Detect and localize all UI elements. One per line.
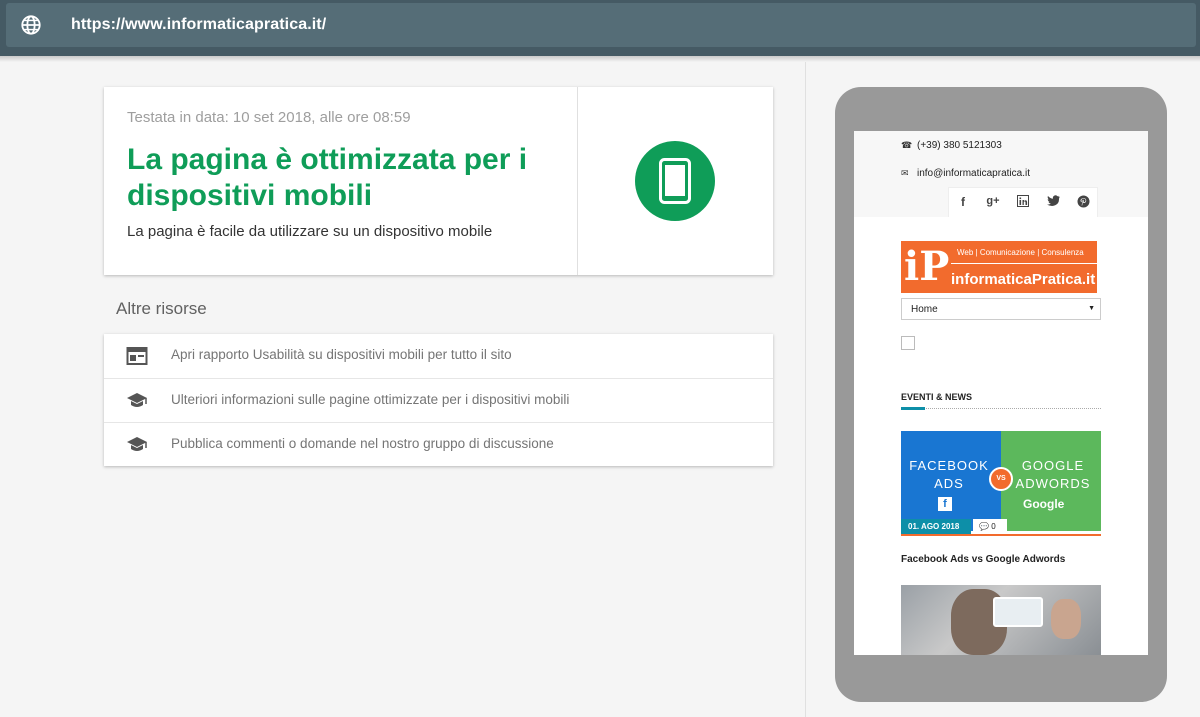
resource-label[interactable]: Apri rapporto Usabilità su dispositivi m… <box>171 347 512 362</box>
google-logo: Google <box>1023 497 1065 511</box>
social-icons: f g+ <box>948 187 1098 217</box>
logo-mark: iP <box>904 243 950 290</box>
site-checkbox[interactable] <box>901 336 915 350</box>
twitter-glyph <box>1046 195 1060 206</box>
caret-down-icon: ▼ <box>1088 305 1095 312</box>
phone-icon: ☎ <box>901 140 913 150</box>
phone-preview-screen[interactable]: ☎ (+39) 380 5121303 ✉ info@informaticaprat… <box>854 131 1148 655</box>
article-thumbnail[interactable]: FACEBOOK ADS GOOGLE ADWORDS VS f Google … <box>901 431 1101 543</box>
logo-name: informaticaPratica.it <box>951 271 1096 288</box>
resource-label[interactable]: Ulteriori informazioni sulle pagine otti… <box>171 392 569 407</box>
events-divider <box>901 408 1101 409</box>
promo-vs-badge: VS <box>989 467 1013 491</box>
facebook-logo-icon: f <box>938 497 952 511</box>
tested-date: Testata in data: 10 set 2018, alle ore 0… <box>127 109 411 126</box>
url-text[interactable]: https://www.informaticapratica.it/ <box>71 16 326 34</box>
promo-right-text: GOOGLE ADWORDS <box>1015 458 1091 491</box>
facebook-icon[interactable]: f <box>955 195 971 209</box>
logo-tagline: Web | Comunicazione | Consulenza <box>957 248 1084 257</box>
result-title: La pagina è ottimizzata per i dispositiv… <box>127 143 528 212</box>
events-section-title: EVENTI & NEWS <box>901 392 973 402</box>
linkedin-glyph <box>1017 195 1029 207</box>
events-accent <box>901 407 925 410</box>
school-icon <box>127 393 147 407</box>
promo-left-text: FACEBOOK ADS <box>909 458 989 491</box>
logo-rule <box>951 263 1097 264</box>
nav-selected: Home <box>911 304 938 315</box>
resource-item-usability-report[interactable]: Apri rapporto Usabilità su dispositivi m… <box>104 334 773 378</box>
resources-title: Altre risorse <box>116 299 207 318</box>
report-icon <box>126 347 148 365</box>
resource-item-learn-more[interactable]: Ulteriori informazioni sulle pagine otti… <box>104 378 773 422</box>
result-subtitle: La pagina è facile da utilizzare su un d… <box>127 223 493 240</box>
url-bar-shadow <box>0 56 1200 62</box>
school-icon <box>127 437 147 451</box>
panel-divider <box>805 62 806 717</box>
url-field[interactable]: https://www.informaticapratica.it/ <box>6 3 1196 47</box>
resource-label[interactable]: Pubblica commenti o domande nel nostro g… <box>171 436 554 451</box>
google-plus-icon[interactable]: g+ <box>985 195 1001 207</box>
site-phone: ☎ (+39) 380 5121303 <box>901 140 1002 151</box>
promo-bottom-strip <box>901 534 1101 543</box>
envelope-icon: ✉ <box>901 168 909 178</box>
url-bar: https://www.informaticapratica.it/ <box>0 0 1200 56</box>
site-nav-select[interactable]: Home ▼ <box>901 298 1101 320</box>
article-title[interactable]: Facebook Ads vs Google Adwords <box>901 554 1065 565</box>
pinterest-icon[interactable] <box>1075 195 1091 211</box>
mobile-friendly-badge <box>635 141 715 221</box>
photo-hand <box>1051 599 1081 639</box>
article-photo[interactable] <box>901 585 1101 655</box>
site-email: ✉ info@informaticapratica.it <box>901 168 1030 179</box>
smartphone-icon <box>659 158 691 204</box>
comment-count: 💬 0 <box>973 519 1007 534</box>
comment-icon: 💬 <box>979 522 989 531</box>
twitter-icon[interactable] <box>1045 195 1061 209</box>
article-date: 01. AGO 2018 <box>901 519 971 534</box>
photo-device <box>993 597 1043 627</box>
resource-item-discussion-group[interactable]: Pubblica commenti o domande nel nostro g… <box>104 422 773 466</box>
result-separator <box>577 87 578 275</box>
globe-icon <box>21 15 41 35</box>
resources-list: Apri rapporto Usabilità su dispositivi m… <box>104 334 773 466</box>
linkedin-icon[interactable] <box>1015 195 1031 210</box>
site-logo[interactable]: iP Web | Comunicazione | Consulenza info… <box>901 241 1097 293</box>
pinterest-glyph <box>1077 195 1089 208</box>
result-card: Testata in data: 10 set 2018, alle ore 0… <box>104 87 773 275</box>
